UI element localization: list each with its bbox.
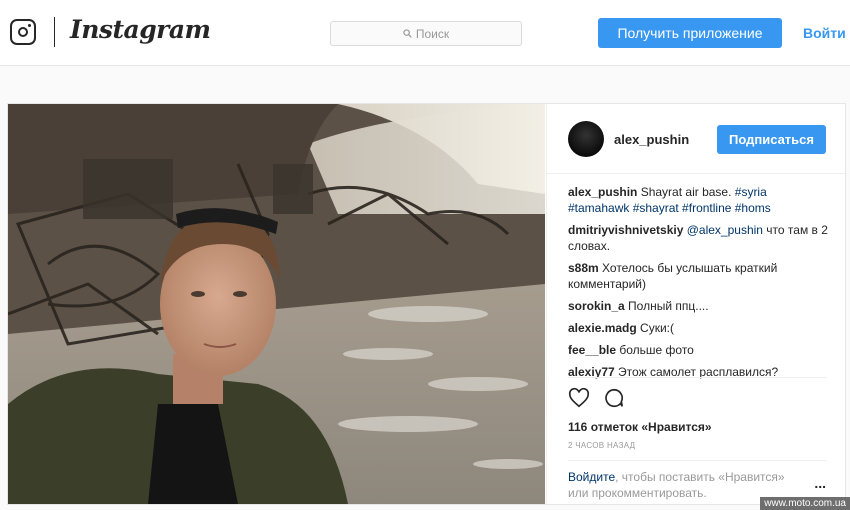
- camera-lens: [17, 26, 28, 37]
- comment: s88m Хотелось бы услышать краткий коммен…: [568, 260, 830, 292]
- instagram-wordmark[interactable]: Instagram: [70, 15, 211, 44]
- instagram-glyph-icon[interactable]: [10, 19, 36, 45]
- likes-count[interactable]: 116 отметок «Нравится»: [568, 420, 712, 434]
- post-author-username[interactable]: alex_pushin: [614, 132, 689, 147]
- avatar[interactable]: [568, 121, 604, 157]
- heart-icon[interactable]: [568, 387, 590, 409]
- get-app-button[interactable]: Получить приложение: [598, 18, 782, 48]
- camera-flash-dot: [28, 24, 31, 27]
- caption: alex_pushin Shayrat air base. #syria #ta…: [568, 184, 830, 216]
- post-card: alex_pushin Подписаться alex_pushin Shay…: [7, 103, 847, 505]
- comment-username[interactable]: sorokin_a: [568, 299, 625, 313]
- comment-text: Shayrat air base.: [640, 185, 735, 199]
- logo-divider: [54, 17, 55, 47]
- post-header: alex_pushin Подписаться: [547, 104, 847, 174]
- comments-list: alex_pushin Shayrat air base. #syria #ta…: [568, 184, 830, 386]
- comment-text: Суки:(: [636, 321, 674, 335]
- more-options-button[interactable]: ...: [814, 475, 826, 491]
- comment-username[interactable]: alexie.madg: [568, 321, 637, 335]
- top-navigation-bar: Instagram Поиск Получить приложение Войт…: [0, 0, 850, 66]
- comment: dmitriyvishnivetskiy @alex_pushin что та…: [568, 222, 830, 254]
- post-timestamp[interactable]: 2 часов назад: [568, 441, 635, 450]
- post-image: [8, 104, 545, 504]
- post-photo[interactable]: [8, 104, 545, 504]
- comment-text: больше фото: [616, 343, 694, 357]
- search-icon: [403, 29, 412, 38]
- comment-text: Хотелось бы услышать краткий комментарий…: [568, 261, 778, 291]
- comment: sorokin_a Полный ппц....: [568, 298, 830, 314]
- comment-username[interactable]: s88m: [568, 261, 599, 275]
- comment-username[interactable]: alex_pushin: [568, 185, 637, 199]
- follow-button[interactable]: Подписаться: [717, 125, 826, 154]
- login-link[interactable]: Войти: [803, 25, 846, 41]
- action-icons: [568, 387, 625, 409]
- comment: alexie.madg Суки:(: [568, 320, 830, 336]
- post-sidebar: alex_pushin Подписаться alex_pushin Shay…: [546, 104, 847, 504]
- search-placeholder: Поиск: [415, 26, 450, 41]
- comment-username[interactable]: dmitriyvishnivetskiy: [568, 223, 683, 237]
- search-input[interactable]: Поиск: [330, 21, 522, 46]
- watermark: www.moto.com.ua: [760, 497, 850, 510]
- login-prompt-text: Войдите, чтобы поставить «Нравится» или …: [568, 469, 793, 501]
- comment-icon[interactable]: [603, 387, 625, 409]
- comment-username[interactable]: fee__ble: [568, 343, 616, 357]
- comment: fee__ble больше фото: [568, 342, 830, 358]
- post-actions: 116 отметок «Нравится» 2 часов назад Вой…: [568, 377, 826, 504]
- mention[interactable]: @alex_pushin: [687, 223, 763, 237]
- login-prompt-link[interactable]: Войдите: [568, 470, 615, 484]
- comment-text: Полный ппц....: [624, 299, 709, 313]
